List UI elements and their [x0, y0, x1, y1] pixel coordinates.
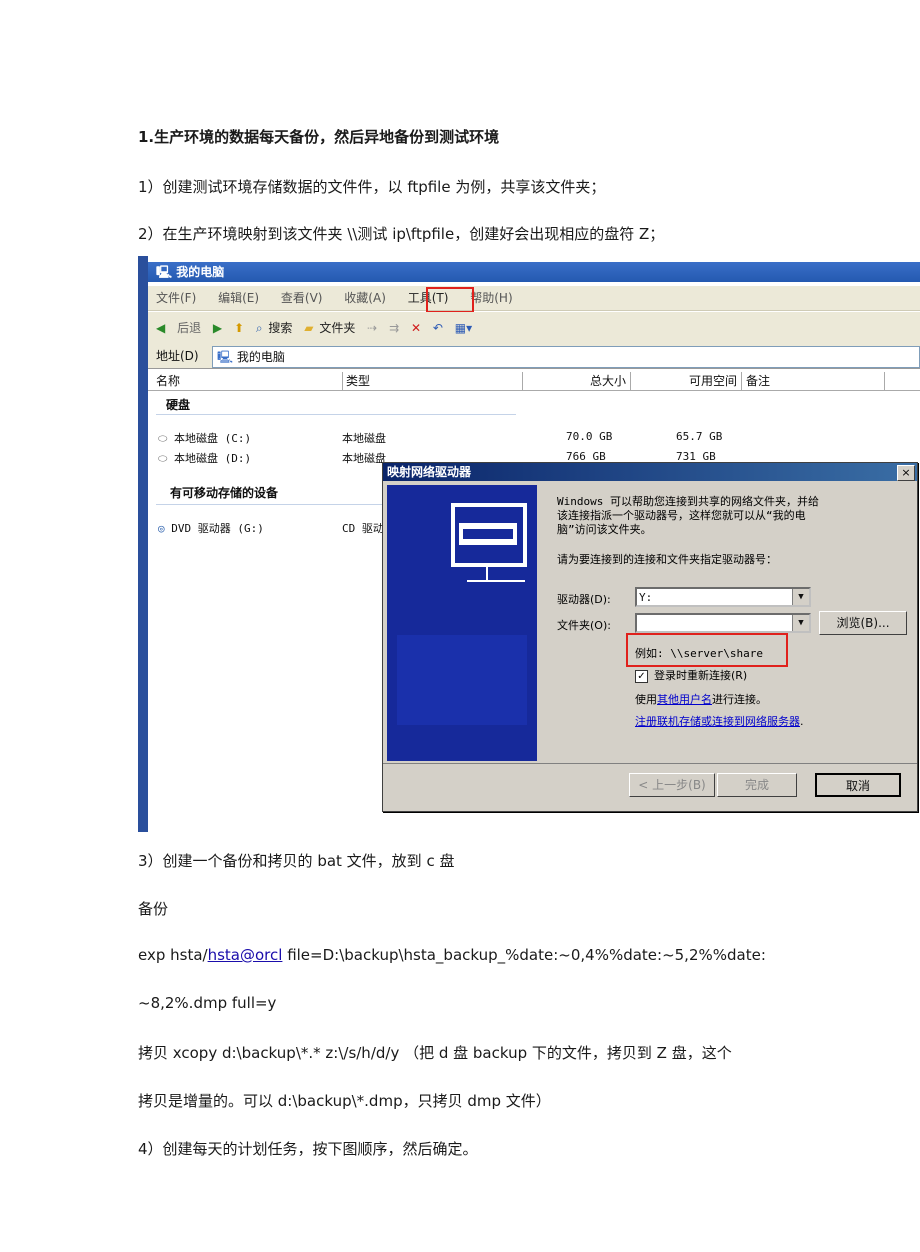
drive-c-total: 70.0 GB [566, 430, 613, 443]
folders-button[interactable]: 文件夹 [319, 321, 355, 335]
menu-file[interactable]: 文件(F) [156, 291, 196, 305]
group-removable: 有可移动存储的设备 [170, 486, 279, 500]
group-hard-disks: 硬盘 [166, 398, 191, 412]
computer-small-icon: 🖳 [217, 350, 234, 364]
group-divider [156, 414, 516, 415]
dialog-illustration [387, 485, 537, 761]
address-label: 地址(D) [156, 349, 199, 363]
network-drive-icon [387, 485, 537, 761]
explorer-screenshot: 🖳 我的电脑 文件(F) 编辑(E) 查看(V) 收藏(A) 工具(T) 帮助(… [138, 256, 920, 832]
example-highlight-box [626, 633, 788, 667]
folder-label: 文件夹(O): [557, 619, 611, 632]
folder-input[interactable]: ▼ [635, 613, 811, 633]
dvd-drive-name[interactable]: ◎ DVD 驱动器 (G:) [158, 520, 264, 536]
browse-button[interactable]: 浏览(B)... [819, 611, 907, 635]
close-button[interactable]: × [897, 465, 915, 481]
copy-line-1: 拷贝 xcopy d:\backup\*.* z:\/s/h/d/y （把 d … [138, 1044, 732, 1062]
chevron-down-icon[interactable]: ▼ [792, 589, 809, 605]
drive-select[interactable]: Y: ▼ [635, 587, 811, 607]
menu-help[interactable]: 帮助(H) [470, 291, 512, 305]
drive-label: 驱动器(D): [557, 593, 611, 606]
delete-icon[interactable]: ✕ [411, 321, 421, 335]
search-icon: ⌕ [255, 321, 263, 335]
back-arrow-icon[interactable]: ◀ [156, 321, 165, 335]
address-field[interactable]: 🖳 我的电脑 [212, 346, 920, 368]
explorer-titlebar: 🖳 我的电脑 [148, 262, 920, 282]
move-icon[interactable]: ⇢ [367, 321, 377, 335]
dialog-intro: Windows 可以帮助您连接到共享的网络文件夹，并给 该连接指派一个驱动器号，… [557, 495, 819, 536]
col-comment[interactable]: 备注 [742, 372, 885, 390]
back-button[interactable]: 后退 [177, 321, 201, 335]
views-icon[interactable]: ▦▾ [455, 321, 472, 335]
section-heading: 1.生产环境的数据每天备份，然后异地备份到测试环境 [138, 128, 500, 146]
step-4-text: 4）创建每天的计划任务，按下图顺序，然后确定。 [138, 1140, 478, 1158]
register-row: 注册联机存储或连接到网络服务器. [635, 715, 804, 728]
step-1-text: 1）创建测试环境存储数据的文件件，以 ftpfile 为例，共享该文件夹； [138, 178, 606, 196]
dialog-prompt: 请为要连接到的连接和文件夹指定驱动器号： [557, 553, 777, 566]
step-2-text: 2）在生产环境映射到该文件夹 \\测试 ip\ftpfile，创建好会出现相应的… [138, 225, 665, 243]
dialog-title: 映射网络驱动器 [383, 463, 917, 481]
menu-view[interactable]: 查看(V) [281, 291, 323, 305]
address-value: 我的电脑 [236, 350, 285, 364]
toolbar: ◀ 后退 ▶ ⬆ ⌕ 搜索 ▰ 文件夹 ⇢ ⇉ ✕ ↶ ▦▾ [148, 312, 920, 345]
window-left-edge [138, 256, 148, 832]
undo-icon[interactable]: ↶ [433, 321, 443, 335]
menu-favorites[interactable]: 收藏(A) [344, 291, 386, 305]
tools-highlight-box [426, 287, 474, 313]
forward-arrow-icon[interactable]: ▶ [213, 321, 222, 335]
address-bar: 地址(D) 🖳 我的电脑 [148, 344, 920, 369]
folder-icon: ▰ [304, 321, 314, 335]
drive-c-type: 本地磁盘 [342, 432, 386, 445]
explorer-title: 我的电脑 [176, 265, 225, 279]
backup-label: 备份 [138, 900, 169, 918]
chevron-down-icon[interactable]: ▼ [792, 615, 809, 631]
drive-c-name[interactable]: ⬭ 本地磁盘 (C:) [158, 430, 251, 446]
col-type[interactable]: 类型 [342, 372, 523, 390]
menu-edit[interactable]: 编辑(E) [218, 291, 259, 305]
finish-button[interactable]: 完成 [717, 773, 797, 797]
drive-d-name[interactable]: ⬭ 本地磁盘 (D:) [158, 450, 251, 466]
register-link[interactable]: 注册联机存储或连接到网络服务器 [635, 715, 800, 728]
col-free[interactable]: 可用空间 [631, 372, 742, 390]
dvd-icon: ◎ [158, 522, 165, 535]
map-network-drive-dialog: 映射网络驱动器 × Windows 可以帮助您连接到共享的网络文件夹，并给 该连… [382, 462, 918, 812]
copy-line-2: 拷贝是增量的。可以 d:\backup\*.dmp，只拷贝 dmp 文件） [138, 1092, 551, 1110]
dialog-separator [383, 763, 917, 764]
column-header-row: 名称 类型 总大小 可用空间 备注 [148, 372, 920, 391]
reconnect-row: ✓ 登录时重新连接(R) [635, 667, 747, 683]
back-step-button[interactable]: < 上一步(B) [629, 773, 715, 797]
group-divider [156, 504, 386, 505]
exp-command-line: exp hsta/hsta@orcl file=D:\backup\hsta_b… [138, 946, 766, 964]
disk-icon: ⬭ [158, 432, 168, 445]
drive-d-type: 本地磁盘 [342, 452, 386, 465]
step-3-text: 3）创建一个备份和拷贝的 bat 文件，放到 c 盘 [138, 852, 455, 870]
search-button[interactable]: 搜索 [268, 321, 292, 335]
disk-icon: ⬭ [158, 452, 168, 465]
exp-user-link[interactable]: hsta@orcl [208, 946, 283, 964]
menu-bar: 文件(F) 编辑(E) 查看(V) 收藏(A) 工具(T) 帮助(H) [148, 286, 920, 311]
up-folder-icon[interactable]: ⬆ [234, 321, 244, 335]
exp-command-cont: ~8,2%.dmp full=y [138, 994, 277, 1012]
dvd-drive-type: CD 驱动 [342, 522, 384, 535]
reconnect-checkbox[interactable]: ✓ [635, 670, 648, 683]
col-total[interactable]: 总大小 [522, 372, 631, 390]
drive-c-free: 65.7 GB [676, 430, 723, 443]
cancel-button[interactable]: 取消 [815, 773, 901, 797]
col-name[interactable]: 名称 [148, 372, 343, 390]
other-user-row: 使用其他用户名进行连接。 [635, 693, 767, 706]
copy-icon[interactable]: ⇉ [389, 321, 399, 335]
reconnect-label[interactable]: 登录时重新连接(R) [654, 669, 747, 682]
other-user-link[interactable]: 其他用户名 [657, 693, 712, 706]
computer-icon: 🖳 [156, 265, 173, 279]
